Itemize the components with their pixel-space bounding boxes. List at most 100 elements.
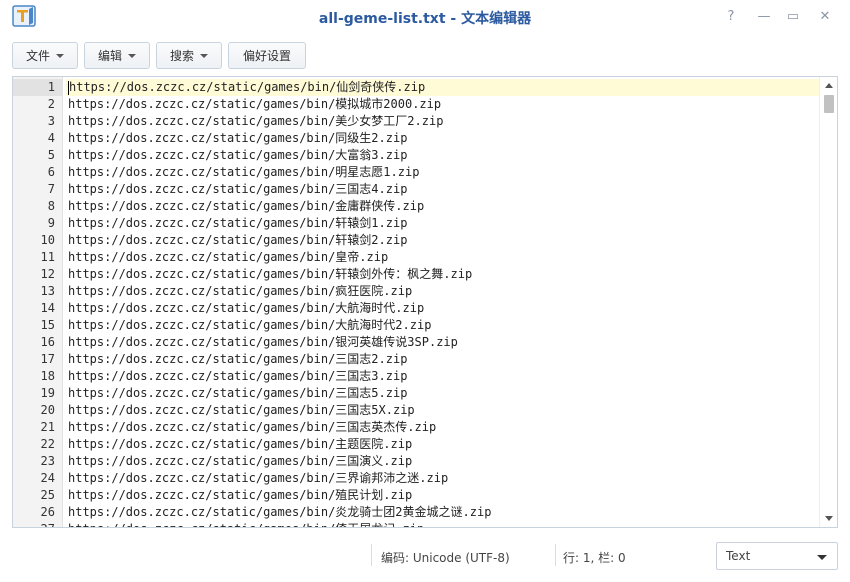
editor-line[interactable]: 25 https://dos.zczc.cz/static/games/bin/殖… [13, 487, 820, 504]
line-text[interactable]: https://dos.zczc.cz/static/games/bin/疯狂医… [66, 283, 820, 300]
line-text[interactable]: https://dos.zczc.cz/static/games/bin/三国志… [66, 368, 820, 385]
chevron-down-icon [817, 555, 827, 560]
scroll-down-icon[interactable] [825, 516, 833, 521]
line-number: 16 [40, 335, 55, 349]
line-text[interactable]: https://dos.zczc.cz/static/games/bin/美少女… [66, 113, 820, 130]
line-number: 11 [40, 250, 55, 264]
edit-menu-label: 编辑 [97, 49, 122, 63]
editor-line[interactable]: 17 https://dos.zczc.cz/static/games/bin/三… [13, 351, 820, 368]
line-text[interactable]: https://dos.zczc.cz/static/games/bin/同级生… [66, 130, 820, 147]
editor-line[interactable]: 9 https://dos.zczc.cz/static/games/bin/轩辕… [13, 215, 820, 232]
editor-line[interactable]: 2 https://dos.zczc.cz/static/games/bin/模拟… [13, 96, 820, 113]
line-text[interactable]: https://dos.zczc.cz/static/games/bin/主题医… [66, 436, 820, 453]
editor-line[interactable]: 24 https://dos.zczc.cz/static/games/bin/三… [13, 470, 820, 487]
syntax-mode-value: Text [726, 549, 751, 563]
editor-line[interactable]: 18 https://dos.zczc.cz/static/games/bin/三… [13, 368, 820, 385]
line-text[interactable]: https://dos.zczc.cz/static/games/bin/银河英… [66, 334, 820, 351]
editor-line[interactable]: 26 https://dos.zczc.cz/static/games/bin/炎… [13, 504, 820, 521]
editor-line[interactable]: 15 https://dos.zczc.cz/static/games/bin/大… [13, 317, 820, 334]
line-number: 13 [40, 284, 55, 298]
status-divider [371, 544, 372, 566]
editor-line[interactable]: 14 https://dos.zczc.cz/static/games/bin/大… [13, 300, 820, 317]
file-menu-button[interactable]: 文件 [12, 42, 78, 69]
line-number: 19 [40, 386, 55, 400]
editor-line[interactable]: 22 https://dos.zczc.cz/static/games/bin/主… [13, 436, 820, 453]
editor-line[interactable]: 21 https://dos.zczc.cz/static/games/bin/三… [13, 419, 820, 436]
line-text[interactable]: https://dos.zczc.cz/static/games/bin/明星志… [66, 164, 820, 181]
line-text[interactable]: https://dos.zczc.cz/static/games/bin/皇帝.… [66, 249, 820, 266]
line-number: 17 [40, 352, 55, 366]
editor-line[interactable]: 3 https://dos.zczc.cz/static/games/bin/美少… [13, 113, 820, 130]
line-number: 10 [40, 233, 55, 247]
editor-line[interactable]: 10 https://dos.zczc.cz/static/games/bin/轩… [13, 232, 820, 249]
line-number: 5 [47, 148, 55, 162]
editor-line[interactable]: 5 https://dos.zczc.cz/static/games/bin/大富… [13, 147, 820, 164]
editor-line[interactable]: 1 https://dos.zczc.cz/static/games/bin/仙剑… [13, 79, 820, 96]
line-number: 27 [13, 521, 55, 527]
chevron-down-icon [200, 53, 208, 58]
line-text[interactable]: https://dos.zczc.cz/static/games/bin/三国演… [66, 453, 820, 470]
vertical-scrollbar[interactable] [819, 77, 837, 527]
editor-line[interactable]: 13 https://dos.zczc.cz/static/games/bin/疯… [13, 283, 820, 300]
line-text[interactable]: https://dos.zczc.cz/static/games/bin/炎龙骑… [66, 504, 820, 521]
maximize-icon[interactable]: ▭ [784, 8, 802, 26]
help-icon[interactable]: ? [722, 8, 740, 26]
editor-line[interactable]: 11 https://dos.zczc.cz/static/games/bin/皇… [13, 249, 820, 266]
line-number: 25 [40, 488, 55, 502]
line-text[interactable]: https://dos.zczc.cz/static/games/bin/轩辕剑… [66, 232, 820, 249]
line-number: 14 [40, 301, 55, 315]
line-text[interactable]: https://dos.zczc.cz/static/games/bin/殖民计… [66, 487, 820, 504]
toolbar: 文件 编辑 搜索 偏好设置 [0, 36, 850, 76]
line-number: 24 [40, 471, 55, 485]
line-text[interactable]: https://dos.zczc.cz/static/games/bin/模拟城… [66, 96, 820, 113]
syntax-mode-select[interactable]: Text [716, 542, 838, 570]
edit-menu-button[interactable]: 编辑 [84, 42, 150, 69]
line-text[interactable]: https://dos.zczc.cz/static/games/bin/三国志… [66, 419, 820, 436]
encoding-status: 编码: Unicode (UTF-8) [381, 551, 510, 565]
line-number: 26 [40, 505, 55, 519]
line-number: 2 [47, 97, 55, 111]
line-text[interactable]: https://dos.zczc.cz/static/games/bin/轩辕剑… [66, 215, 820, 232]
preferences-label: 偏好设置 [242, 49, 291, 63]
editor-line[interactable]: 27 https://dos.zczc.cz/static/games/bin/倚… [13, 521, 820, 527]
editor-line[interactable]: 8 https://dos.zczc.cz/static/games/bin/金庸… [13, 198, 820, 215]
line-text[interactable]: https://dos.zczc.cz/static/games/bin/金庸群… [66, 198, 820, 215]
line-number: 20 [40, 403, 55, 417]
editor-line[interactable]: 12 https://dos.zczc.cz/static/games/bin/轩… [13, 266, 820, 283]
scroll-up-icon[interactable] [825, 83, 833, 88]
close-icon[interactable]: ✕ [816, 8, 834, 26]
search-menu-button[interactable]: 搜索 [156, 42, 222, 69]
line-number: 15 [40, 318, 55, 332]
line-number: 6 [47, 165, 55, 179]
chevron-down-icon [56, 53, 64, 58]
line-text[interactable]: https://dos.zczc.cz/static/games/bin/倚天屠… [66, 521, 820, 527]
line-text[interactable]: https://dos.zczc.cz/static/games/bin/三界谕… [66, 470, 820, 487]
editor-line[interactable]: 19 https://dos.zczc.cz/static/games/bin/三… [13, 385, 820, 402]
editor-line[interactable]: 4 https://dos.zczc.cz/static/games/bin/同级… [13, 130, 820, 147]
scrollbar-thumb[interactable] [824, 95, 834, 113]
editor-line[interactable]: 16 https://dos.zczc.cz/static/games/bin/银… [13, 334, 820, 351]
line-text[interactable]: https://dos.zczc.cz/static/games/bin/轩辕剑… [66, 266, 820, 283]
preferences-button[interactable]: 偏好设置 [228, 42, 306, 69]
line-text[interactable]: https://dos.zczc.cz/static/games/bin/大富翁… [66, 147, 820, 164]
file-menu-label: 文件 [25, 49, 50, 63]
line-text[interactable]: https://dos.zczc.cz/static/games/bin/三国志… [66, 351, 820, 368]
line-text[interactable]: https://dos.zczc.cz/static/games/bin/三国志… [66, 181, 820, 198]
status-bar: 编码: Unicode (UTF-8) 行: 1, 栏: 0 Text [0, 538, 850, 574]
editor-line[interactable]: 6 https://dos.zczc.cz/static/games/bin/明星… [13, 164, 820, 181]
text-editor-area[interactable]: 1 https://dos.zczc.cz/static/games/bin/仙剑… [12, 76, 838, 528]
line-number: 1 [47, 80, 55, 94]
editor-line[interactable]: 7 https://dos.zczc.cz/static/games/bin/三国… [13, 181, 820, 198]
line-text[interactable]: https://dos.zczc.cz/static/games/bin/大航海… [66, 317, 820, 334]
editor-line[interactable]: 23 https://dos.zczc.cz/static/games/bin/三… [13, 453, 820, 470]
editor-lines[interactable]: 1 https://dos.zczc.cz/static/games/bin/仙剑… [13, 79, 820, 527]
editor-line[interactable]: 20 https://dos.zczc.cz/static/games/bin/三… [13, 402, 820, 419]
line-number: 18 [40, 369, 55, 383]
line-text[interactable]: https://dos.zczc.cz/static/games/bin/三国志… [66, 402, 820, 419]
title-bar: all-geme-list.txt - 文本编辑器 ? — ▭ ✕ [0, 0, 850, 34]
minimize-icon[interactable]: — [755, 8, 773, 26]
line-text[interactable]: https://dos.zczc.cz/static/games/bin/仙剑奇… [66, 79, 820, 96]
line-text[interactable]: https://dos.zczc.cz/static/games/bin/三国志… [66, 385, 820, 402]
chevron-down-icon [128, 53, 136, 58]
line-text[interactable]: https://dos.zczc.cz/static/games/bin/大航海… [66, 300, 820, 317]
